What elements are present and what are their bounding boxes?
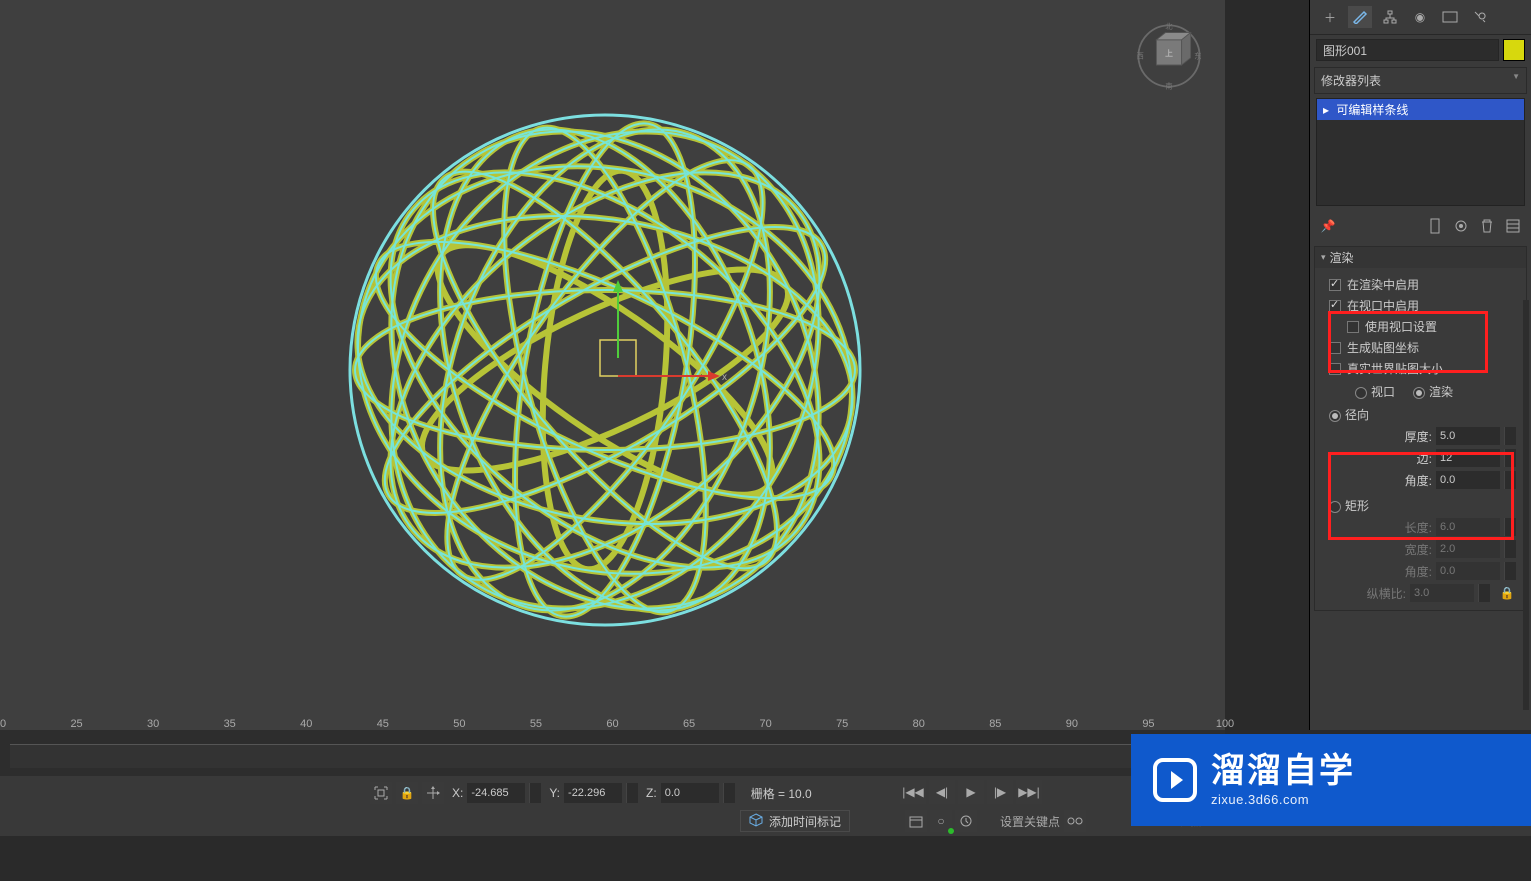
grid-value: 栅格 = 10.0 [751,785,812,802]
timeline-tick: 35 [224,718,236,730]
radio-render[interactable]: 渲染 [1413,383,1453,400]
svg-text:北: 北 [1165,22,1172,31]
goto-start-icon[interactable]: |◀◀ [900,780,926,804]
lock-icon[interactable]: 🔒 [1498,584,1516,602]
input-thickness[interactable] [1436,427,1500,445]
isolate-icon[interactable] [370,782,392,804]
timeline-tick: 60 [606,718,618,730]
playback-controls: |◀◀ ◀| ▶ |▶ ▶▶| [900,780,1042,804]
play-icon[interactable]: ▶ [958,780,984,804]
chk-real-world-size[interactable]: 真实世界贴图大小 [1329,358,1516,379]
make-unique-icon[interactable] [1451,216,1471,236]
modifier-list-dropdown[interactable]: 修改器列表 [1314,67,1527,94]
timeline-tick: 30 [147,718,159,730]
timeline-tick: 85 [989,718,1001,730]
cube-icon [749,813,763,830]
object-name-input[interactable] [1316,39,1499,61]
timeline-tick: 70 [760,718,772,730]
input-sides[interactable] [1436,449,1500,467]
radial-group: 厚度: 边: 角度: [1329,425,1516,491]
timeline-tick: 95 [1142,718,1154,730]
input-rect-angle [1436,562,1500,580]
input-width [1436,540,1500,558]
brand-url: zixue.3d66.com [1211,792,1355,807]
chk-gen-map-coords[interactable]: 生成贴图坐标 [1329,337,1516,358]
rollout-rendering: 渲染 在渲染中启用 在视口中启用 使用视口设置 生成贴图坐标 真实世界贴图大小 [1314,246,1527,611]
bottom-icon-group-1: ○ [905,810,977,832]
input-length [1436,518,1500,536]
coord-y-input[interactable] [564,783,622,803]
timeline-tick: 80 [913,718,925,730]
viewcube[interactable]: 上 北 南 西 东 [1133,20,1205,92]
svg-text:上: 上 [1165,49,1173,58]
timeline-tick: 65 [683,718,695,730]
rollout-header-rendering[interactable]: 渲染 [1315,247,1526,268]
configure-modifier-sets-icon[interactable] [1503,216,1523,236]
radio-viewport[interactable]: 视口 [1355,383,1395,400]
coord-z-spinner[interactable] [723,783,735,803]
timeline-tick: 25 [70,718,82,730]
selection-lock-icon[interactable]: 🔒 [396,782,418,804]
tab-motion-icon[interactable]: ◉ [1408,6,1432,28]
command-panel: ＋ ◉ 修改器列表 ▸ 可编辑样条线 📌 [1309,0,1531,730]
brand-title: 溜溜自学 [1211,754,1355,788]
spinner-thickness[interactable] [1504,427,1516,445]
object-color-swatch[interactable] [1503,39,1525,61]
radio-rectangular[interactable]: 矩形 [1329,497,1369,514]
radio-radial[interactable]: 径向 [1329,406,1369,423]
play-logo-icon [1153,758,1197,802]
coord-x-spinner[interactable] [529,783,541,803]
timeline-tick: 20 [0,718,6,730]
show-end-result-icon[interactable] [1425,216,1445,236]
pin-stack-icon[interactable]: 📌 [1318,216,1338,236]
tab-hierarchy-icon[interactable] [1378,6,1402,28]
goto-end-icon[interactable]: ▶▶| [1016,780,1042,804]
panel-tabs: ＋ ◉ [1310,0,1531,35]
viewport[interactable]: x 上 北 南 西 东 [0,0,1225,730]
svg-text:南: 南 [1165,81,1172,90]
prev-frame-icon[interactable]: ◀| [929,780,955,804]
timeline-tick: 55 [530,718,542,730]
modifier-stack-item[interactable]: ▸ 可编辑样条线 [1317,99,1524,120]
tab-display-icon[interactable] [1438,6,1462,28]
add-time-tag-button[interactable]: 添加时间标记 [740,810,850,832]
chk-enable-in-render[interactable]: 在渲染中启用 [1329,274,1516,295]
watermark-overlay: 溜溜自学 zixue.3d66.com [1131,734,1531,826]
coord-x-input[interactable] [467,783,525,803]
timeline-tick: 50 [453,718,465,730]
input-angle[interactable] [1436,471,1500,489]
panel-scrollbar[interactable] [1523,300,1529,710]
next-frame-icon[interactable]: |▶ [987,780,1013,804]
rect-group: 长度: 宽度: 角度: 纵横比: � [1329,516,1516,604]
coord-y-spinner[interactable] [626,783,638,803]
tab-create-icon[interactable]: ＋ [1318,6,1342,28]
input-aspect [1410,584,1474,602]
coord-z-input[interactable] [661,783,719,803]
transform-type-icon[interactable] [422,782,444,804]
maxscript-icon[interactable] [905,810,927,832]
time-config-icon[interactable] [955,810,977,832]
modifier-stack[interactable]: ▸ 可编辑样条线 [1316,98,1525,206]
tab-utilities-icon[interactable] [1468,6,1492,28]
tab-modify-icon[interactable] [1348,6,1372,28]
timeline[interactable]: 20253035404550556065707580859095100 [0,730,1225,776]
gizmo-sphere [335,100,875,640]
timeline-tick: 75 [836,718,848,730]
key-filters-icon[interactable] [1064,810,1086,832]
remove-modifier-icon[interactable] [1477,216,1497,236]
chk-use-viewport-settings[interactable]: 使用视口设置 [1329,316,1516,337]
modifier-toolbar: 📌 [1310,210,1531,242]
svg-text:西: 西 [1137,52,1144,61]
spinner-sides[interactable] [1504,449,1516,467]
spinner-angle[interactable] [1504,471,1516,489]
timeline-tick: 40 [300,718,312,730]
chk-enable-in-viewport[interactable]: 在视口中启用 [1329,295,1516,316]
timeline-tick: 100 [1216,718,1234,730]
timeline-tick: 45 [377,718,389,730]
set-key-label: 设置关键点 [1000,813,1060,830]
svg-text:东: 东 [1194,52,1201,61]
timeline-tick: 90 [1066,718,1078,730]
